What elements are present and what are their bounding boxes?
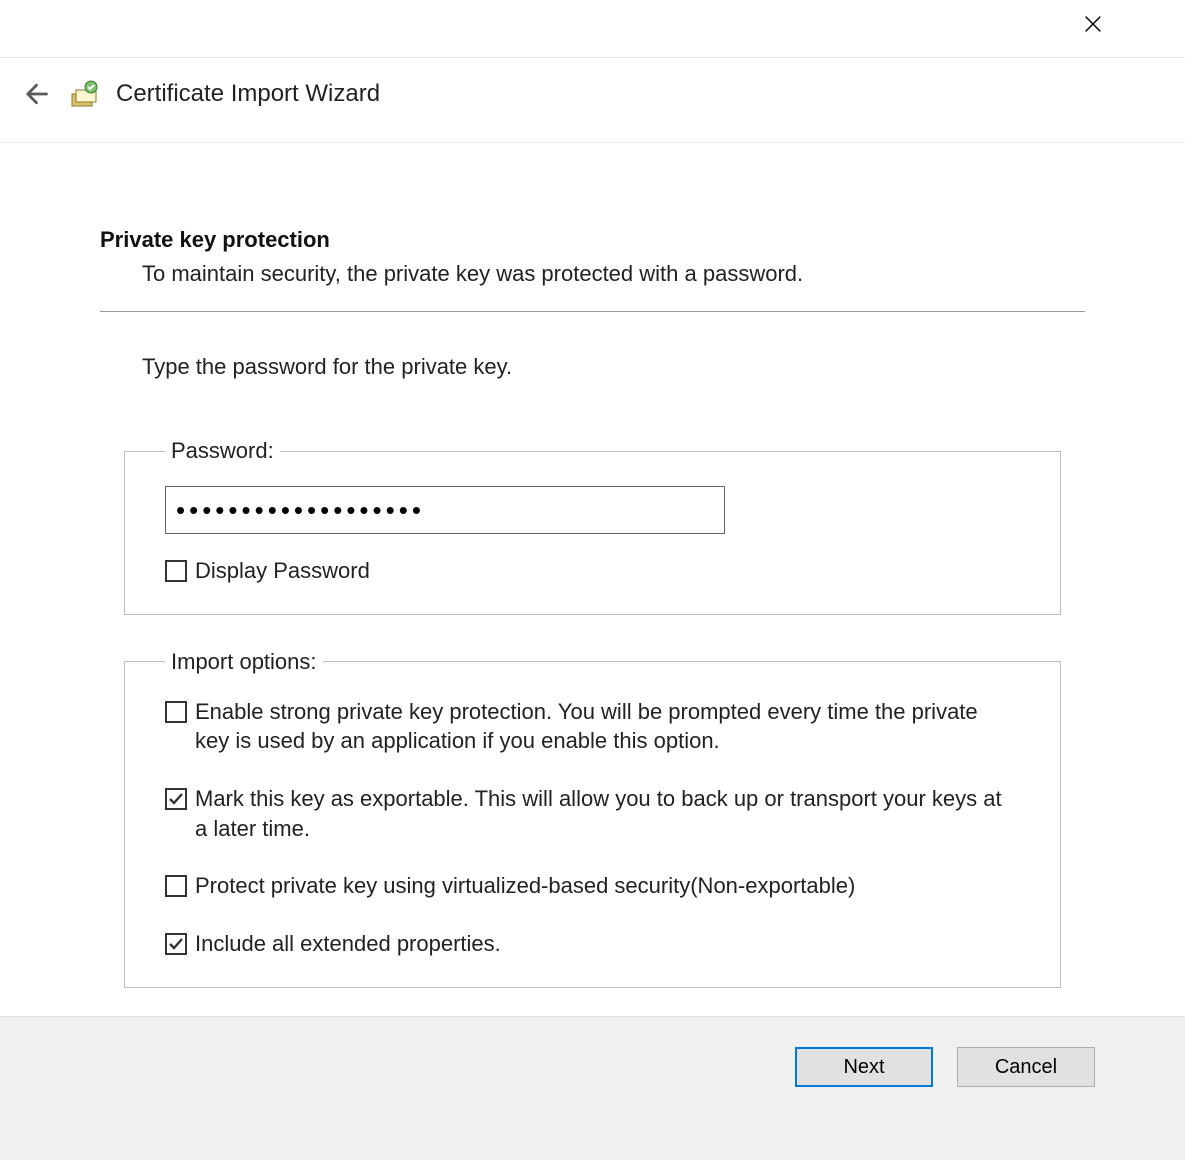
option-extended-properties-checkbox[interactable] (165, 933, 187, 955)
back-button[interactable] (16, 76, 52, 112)
close-icon (1082, 13, 1104, 35)
section-heading: Private key protection (100, 227, 1085, 253)
option-vbs-label: Protect private key using virtualized-ba… (195, 871, 855, 901)
section-description: To maintain security, the private key wa… (100, 261, 1085, 287)
option-vbs[interactable]: Protect private key using virtualized-ba… (165, 871, 1020, 901)
option-exportable[interactable]: Mark this key as exportable. This will a… (165, 784, 1020, 843)
option-extended-properties-label: Include all extended properties. (195, 929, 501, 959)
option-strong-protection-checkbox[interactable] (165, 701, 187, 723)
certificate-icon (68, 78, 100, 110)
display-password-checkbox[interactable] (165, 560, 187, 582)
import-options-legend: Import options: (165, 649, 323, 675)
section-divider (100, 311, 1085, 312)
password-group: Password: ••••••••••••••••••• Display Pa… (124, 438, 1061, 615)
wizard-header: Certificate Import Wizard (0, 58, 1185, 143)
next-button[interactable]: Next (795, 1047, 933, 1087)
option-exportable-label: Mark this key as exportable. This will a… (195, 784, 1005, 843)
wizard-title: Certificate Import Wizard (116, 80, 380, 108)
option-exportable-checkbox[interactable] (165, 788, 187, 810)
wizard-content: Private key protection To maintain secur… (0, 143, 1185, 988)
option-vbs-checkbox[interactable] (165, 875, 187, 897)
wizard-footer: Next Cancel (0, 1016, 1185, 1160)
option-extended-properties[interactable]: Include all extended properties. (165, 929, 1020, 959)
display-password-row[interactable]: Display Password (165, 556, 1020, 586)
password-prompt: Type the password for the private key. (100, 354, 1085, 380)
close-button[interactable] (1079, 10, 1107, 38)
password-input[interactable]: ••••••••••••••••••• (165, 486, 725, 534)
cancel-button[interactable]: Cancel (957, 1047, 1095, 1087)
import-options-group: Import options: Enable strong private ke… (124, 649, 1061, 988)
option-strong-protection[interactable]: Enable strong private key protection. Yo… (165, 697, 1020, 756)
display-password-label: Display Password (195, 556, 370, 586)
arrow-left-icon (19, 79, 49, 109)
checkmark-icon (167, 790, 185, 808)
window-titlebar (0, 0, 1185, 58)
option-strong-protection-label: Enable strong private key protection. Yo… (195, 697, 1005, 756)
password-mask: ••••••••••••••••••• (176, 495, 425, 526)
password-legend: Password: (165, 438, 280, 464)
checkmark-icon (167, 935, 185, 953)
